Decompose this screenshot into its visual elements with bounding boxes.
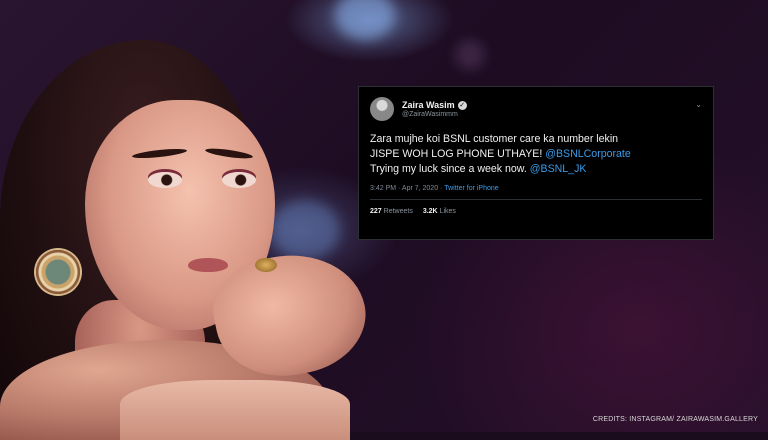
retweets-stat[interactable]: 227 Retweets [370, 208, 413, 215]
earring [36, 250, 80, 294]
mention-link[interactable]: @BSNLCorporate [545, 148, 631, 160]
right-eye [222, 172, 256, 188]
mention-link[interactable]: @BSNL_JK [530, 163, 587, 175]
retweets-label: Retweets [383, 208, 413, 215]
tweet-card: Zaira Wasim ✓ @ZairaWasimmm ⌄ Zara mujhe… [358, 86, 714, 240]
source-link[interactable]: Twitter for iPhone [444, 185, 498, 192]
lips [188, 258, 228, 272]
tweet-stats: 227 Retweets 3.2K Likes [370, 208, 702, 215]
tweet-text-line1: Zara mujhe koi BSNL customer care ka num… [370, 133, 619, 145]
dress [120, 380, 350, 440]
tweet-text: Zara mujhe koi BSNL customer care ka num… [370, 132, 702, 177]
verified-badge-icon: ✓ [457, 100, 467, 110]
likes-stat[interactable]: 3.2K Likes [423, 208, 456, 215]
author-handle[interactable]: @ZairaWasimmm [402, 111, 467, 118]
left-eye [148, 172, 182, 188]
tweet-meta: 3:42 PM · Apr 7, 2020 · Twitter for iPho… [370, 185, 702, 192]
author-name[interactable]: Zaira Wasim [402, 100, 455, 110]
likes-count: 3.2K [422, 208, 438, 215]
avatar[interactable] [370, 97, 394, 121]
chevron-down-icon[interactable]: ⌄ [695, 100, 702, 109]
tweet-text-line3: Trying my luck since a week now. [370, 163, 530, 175]
tweet-text-line2: JISPE WOH LOG PHONE UTHAYE! [370, 148, 546, 160]
tweet-author: Zaira Wasim ✓ @ZairaWasimmm [402, 100, 467, 118]
ring [255, 258, 277, 272]
tweet-header: Zaira Wasim ✓ @ZairaWasimmm ⌄ [370, 96, 702, 122]
retweets-count: 227 [370, 208, 382, 215]
timestamp[interactable]: 3:42 PM · Apr 7, 2020 · [370, 185, 444, 192]
divider [370, 199, 702, 200]
name-row: Zaira Wasim ✓ [402, 100, 467, 110]
photo-credits: CREDITS: INSTAGRAM/ ZAIRAWASIM.GALLERY [592, 416, 758, 423]
likes-label: Likes [439, 208, 456, 215]
